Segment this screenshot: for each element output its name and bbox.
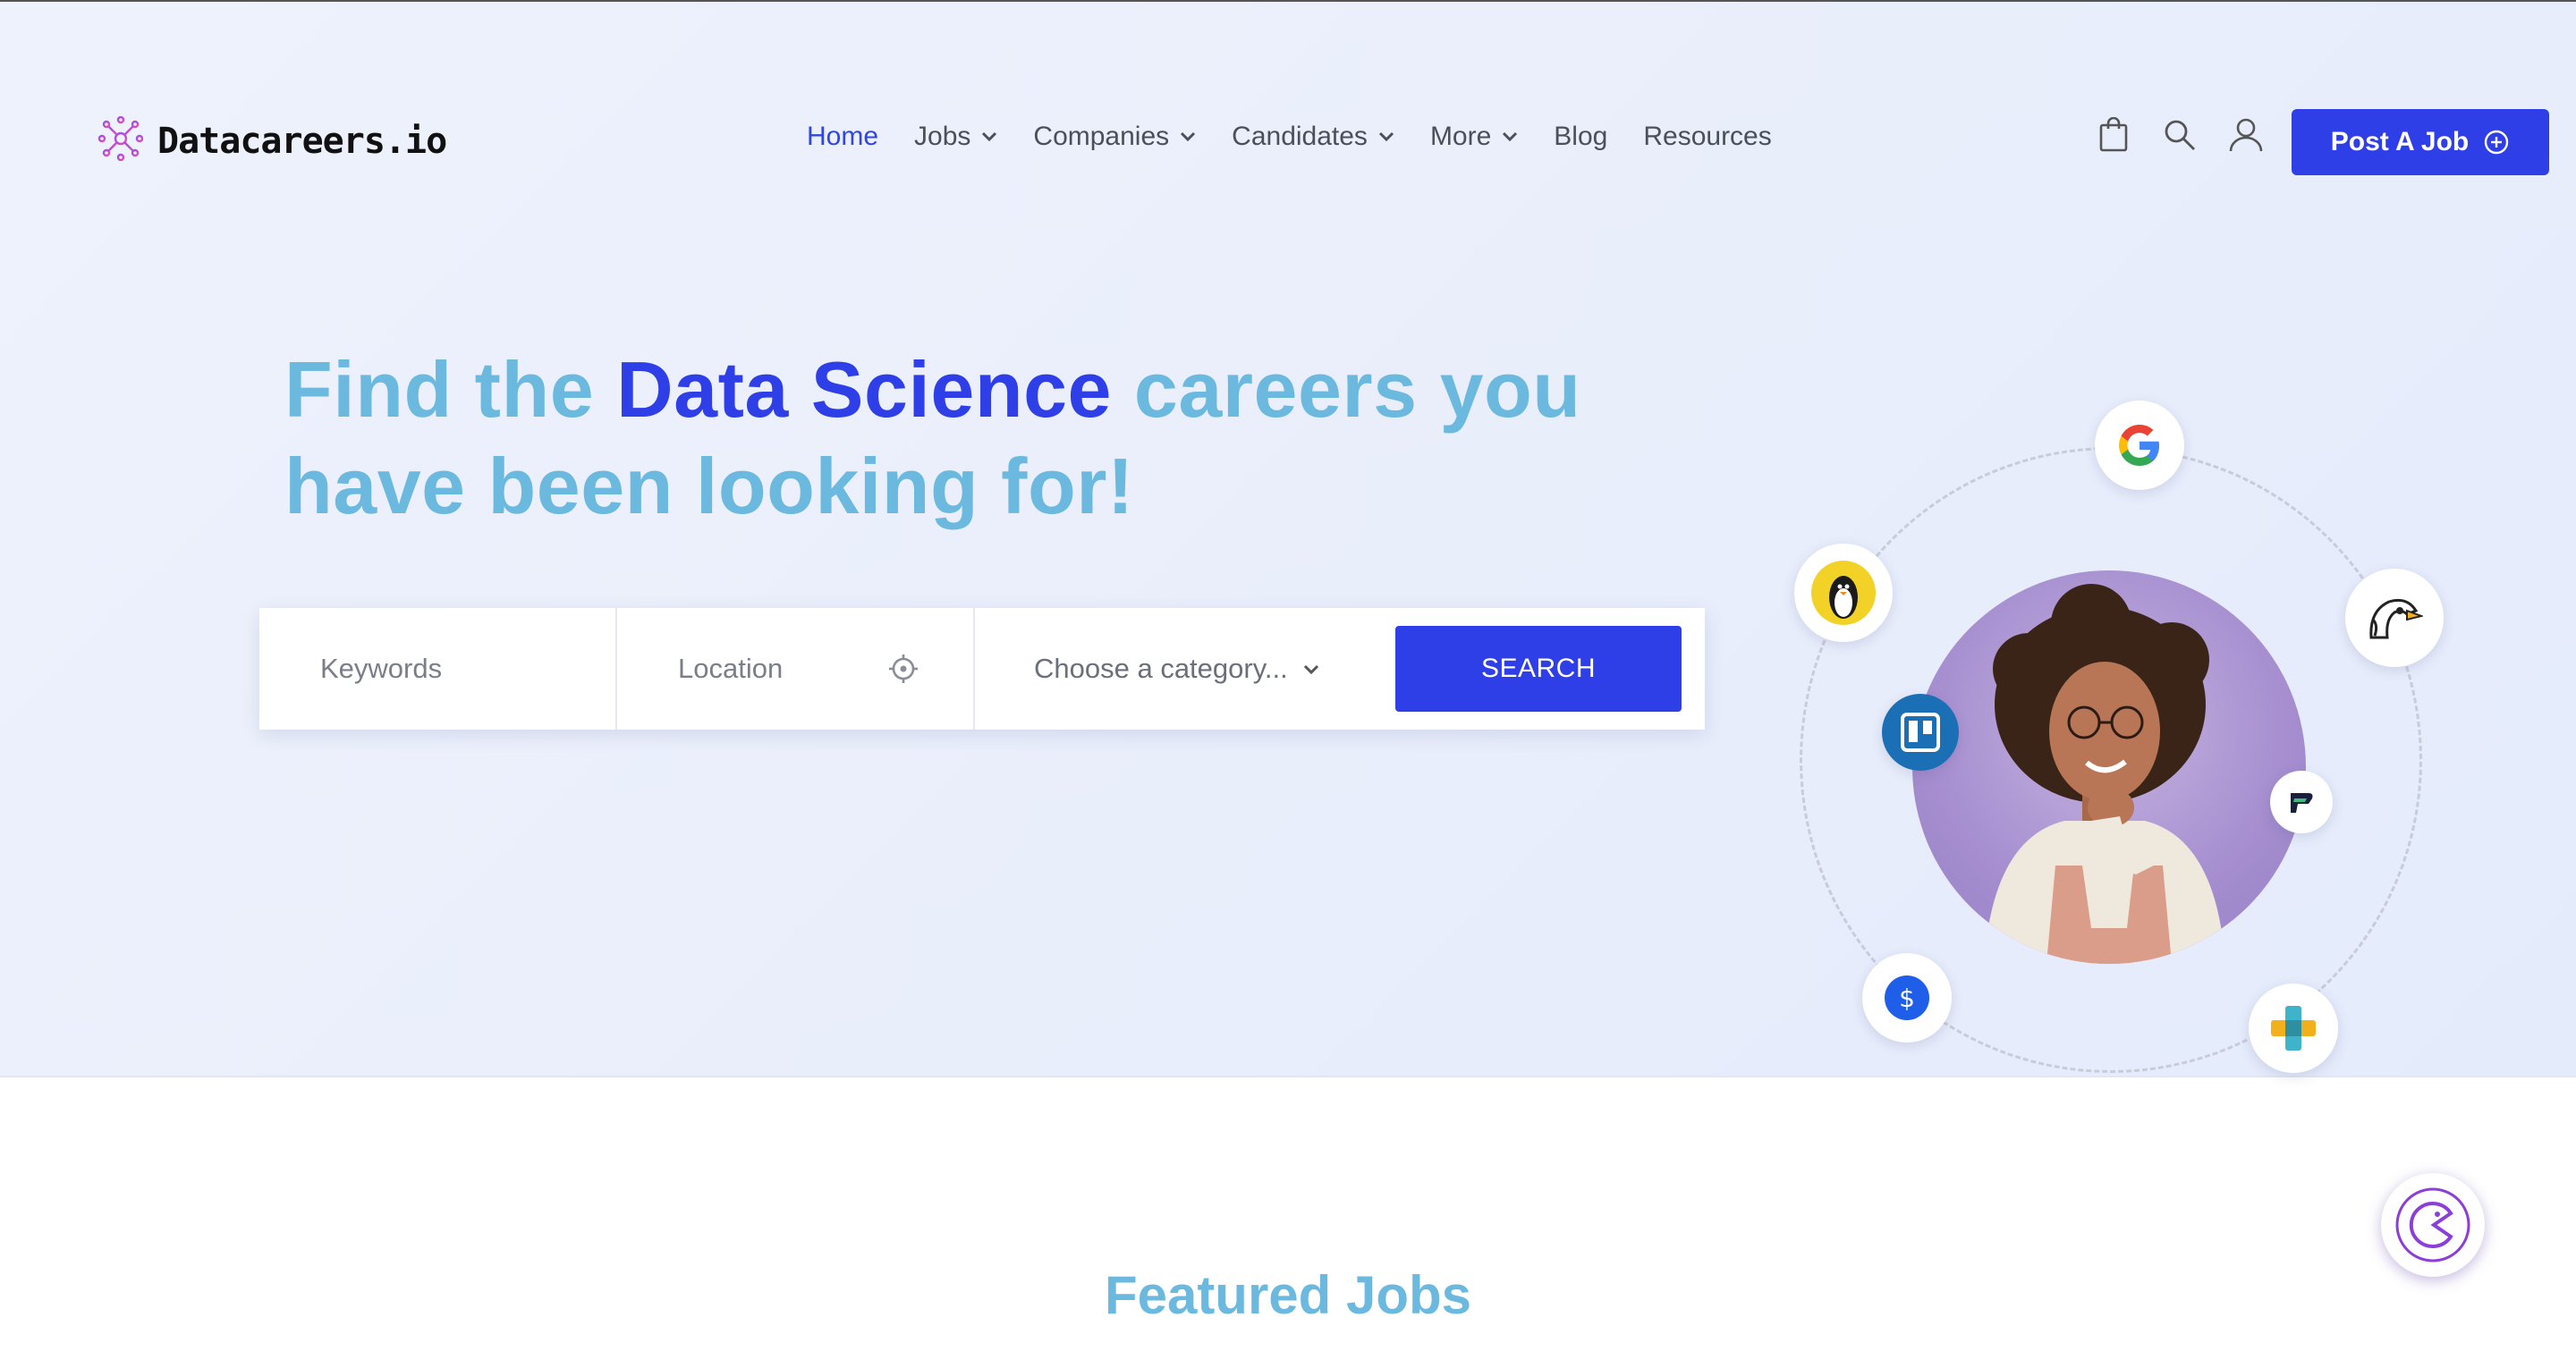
nav-label: More bbox=[1429, 122, 1492, 151]
nav-label: Resources bbox=[1643, 122, 1772, 151]
headline-highlight: Data Science bbox=[616, 345, 1112, 434]
crosshair-icon[interactable] bbox=[887, 653, 919, 685]
logo-text: Datacareers.io bbox=[157, 120, 447, 162]
google-logo bbox=[2095, 401, 2184, 490]
network-logo-icon bbox=[97, 115, 144, 165]
chevron-down-icon bbox=[1503, 131, 1518, 142]
category-select[interactable]: Choose a category... bbox=[975, 608, 1395, 730]
woman-portrait-image bbox=[1912, 570, 2306, 964]
nav-resources[interactable]: Resources bbox=[1643, 122, 1771, 152]
money-logo: $ bbox=[1862, 953, 1952, 1043]
nav-more[interactable]: More bbox=[1430, 122, 1518, 152]
chevron-down-icon bbox=[1303, 664, 1319, 675]
featured-jobs-title: Featured Jobs bbox=[1104, 1265, 1472, 1325]
penguin-logo bbox=[1794, 544, 1893, 642]
location-field bbox=[617, 608, 975, 730]
svg-text:$: $ bbox=[1899, 984, 1915, 1013]
hero-divider bbox=[0, 1076, 2576, 1077]
chat-bot-icon bbox=[2395, 1187, 2470, 1262]
post-job-button[interactable]: Post A Job bbox=[2292, 109, 2549, 175]
headline-text: careers you bbox=[1111, 345, 1581, 434]
keywords-field bbox=[259, 608, 617, 730]
headline-text: have been looking for! bbox=[284, 442, 1134, 530]
category-value: Choose a category... bbox=[1034, 653, 1288, 684]
chevron-down-icon bbox=[982, 131, 997, 142]
chevron-down-icon bbox=[1181, 131, 1196, 142]
plus-circle-icon bbox=[2485, 130, 2509, 155]
nav-jobs[interactable]: Jobs bbox=[914, 122, 997, 152]
nav-label: Companies bbox=[1033, 122, 1170, 151]
nav-label: Home bbox=[807, 122, 879, 151]
job-search-bar: Choose a category... SEARCH bbox=[259, 608, 1705, 730]
headline-text: Find the bbox=[284, 345, 617, 434]
post-job-label: Post A Job bbox=[2330, 127, 2470, 156]
main-nav: Home Jobs Companies Candidates More Blog… bbox=[807, 122, 1772, 152]
header-tools bbox=[2097, 116, 2263, 154]
nav-companies[interactable]: Companies bbox=[1033, 122, 1196, 152]
nav-candidates[interactable]: Candidates bbox=[1232, 122, 1394, 152]
chevron-down-icon bbox=[1378, 131, 1394, 142]
plus-logo bbox=[2249, 984, 2338, 1073]
trello-logo bbox=[1882, 694, 1959, 771]
site-logo[interactable]: Datacareers.io bbox=[97, 115, 447, 165]
nav-blog[interactable]: Blog bbox=[1554, 122, 1607, 152]
nav-label: Jobs bbox=[914, 122, 971, 151]
shopping-bag-icon[interactable] bbox=[2097, 116, 2131, 154]
nav-label: Candidates bbox=[1232, 122, 1368, 151]
hero-headline: Find the Data Science careers you have b… bbox=[284, 342, 1581, 535]
p-logo bbox=[2270, 771, 2333, 833]
nav-home[interactable]: Home bbox=[807, 122, 878, 152]
location-input[interactable] bbox=[676, 652, 877, 686]
search-icon[interactable] bbox=[2163, 116, 2197, 154]
keywords-input[interactable] bbox=[318, 652, 590, 686]
bird-logo bbox=[2345, 569, 2444, 667]
nav-label: Blog bbox=[1554, 122, 1608, 151]
chat-widget-button[interactable] bbox=[2381, 1173, 2485, 1277]
user-icon[interactable] bbox=[2229, 116, 2263, 154]
search-button[interactable]: SEARCH bbox=[1395, 626, 1682, 712]
